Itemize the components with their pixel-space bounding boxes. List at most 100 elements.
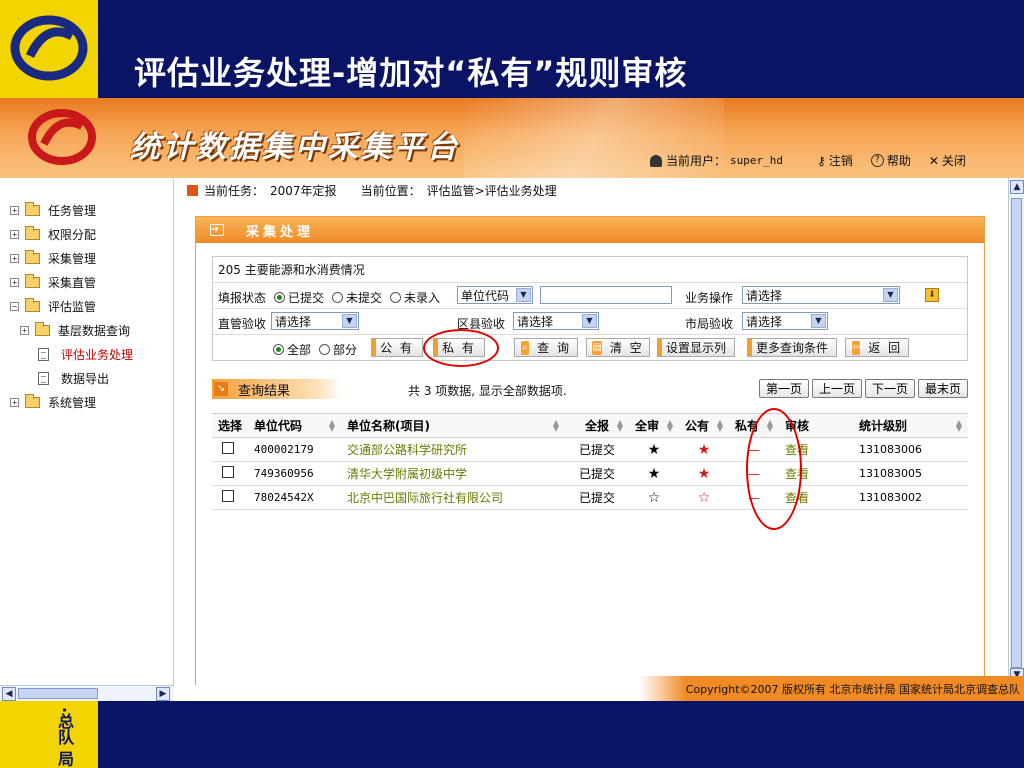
sidebar-item-base-query[interactable]: + 基层数据查询 [0, 318, 173, 342]
sidebar-hscrollbar[interactable]: ◀ ▶ [0, 685, 174, 701]
arrow-icon [187, 185, 198, 196]
unit-name-link[interactable]: 交通部公路科学研究所 [341, 437, 565, 462]
col-stat-level[interactable]: 统计级别 ▲ ▼ [847, 413, 968, 438]
sidebar-item-eval-supervise[interactable]: − 评估监管 [0, 294, 173, 318]
app-title: 统计数据集中采集平台 [130, 130, 460, 165]
sidebar-item-permission[interactable]: + 权限分配 [0, 222, 173, 246]
unit-code-select[interactable]: 单位代码 ▼ [457, 286, 533, 304]
copyright-bar: Copyright©2007 版权所有 北京市统计局 国家统计局北京调查总队 [640, 676, 1024, 701]
col-unit-code[interactable]: 单位代码 ▲ ▼ [248, 413, 341, 438]
radio-submitted[interactable] [274, 292, 286, 303]
query-button[interactable]: ⌕ 查 询 [514, 338, 578, 357]
expand-icon[interactable]: + [10, 253, 19, 263]
chevron-down-icon: ▼ [516, 288, 531, 302]
star-filled-red-icon: ★ [697, 465, 711, 482]
direct-check-select[interactable]: 请选择 ▼ [271, 312, 359, 330]
search-icon: ⌕ [521, 340, 530, 355]
clear-button[interactable]: ▤ 清 空 [586, 338, 650, 357]
row-checkbox[interactable] [222, 466, 234, 478]
first-page-button[interactable]: 第一页 [758, 379, 809, 398]
col-full-report[interactable]: 全报 ▲ ▼ [565, 413, 629, 438]
sort-icon: ▲ ▼ [955, 418, 962, 433]
folder-icon [25, 225, 40, 240]
set-columns-button[interactable]: 设置显示列 [657, 338, 735, 357]
logout-link[interactable]: ⚷ 注销 [817, 152, 853, 169]
expand-icon[interactable]: + [10, 205, 19, 215]
annotation-oval-private-column [746, 408, 802, 530]
app-logo-icon [28, 109, 96, 165]
current-user-name: super_hd [730, 154, 783, 167]
chevron-down-icon: ▼ [342, 314, 357, 328]
sidebar-item-task-mgmt[interactable]: + 任务管理 [0, 198, 173, 222]
city-check-select[interactable]: 请选择 ▼ [742, 312, 828, 330]
unit-name-link[interactable]: 北京中巴国际旅行社有限公司 [341, 485, 565, 510]
results-header: ↘ 查询结果 共 3 项数据, 显示全部数据项. 第一页 上一页 下一页 最末页 [212, 377, 968, 401]
expand-icon[interactable]: + [10, 397, 19, 407]
collect-panel: ➔ 采集处理 205 主要能源和水消费情况 填报状态 已提交 未提交 未录入 单… [195, 216, 985, 685]
down-arrow-icon[interactable]: ⬇ [925, 288, 939, 302]
user-bar: 当前用户： super_hd ⚷ 注销 ? 帮助 ✕ 关闭 [650, 152, 980, 169]
table-row: 749360956 清华大学附属初级中学 已提交 ★ ★ — 查看 131083… [212, 461, 968, 486]
unit-code-input[interactable] [540, 286, 672, 304]
radio-not-submitted[interactable] [332, 292, 344, 303]
folder-open-icon [25, 297, 40, 312]
scroll-right-icon[interactable]: ▶ [156, 687, 170, 701]
current-user-label: 当前用户： [666, 154, 727, 168]
row-checkbox[interactable] [222, 490, 234, 502]
trash-icon: ▤ [592, 340, 602, 355]
sidebar-item-collect-mgmt[interactable]: + 采集管理 [0, 246, 173, 270]
scroll-thumb[interactable] [18, 688, 98, 699]
star-filled-icon: ★ [647, 441, 661, 458]
slide-logo [0, 0, 98, 98]
slide-logo-icon [10, 15, 88, 81]
help-icon: ? [870, 154, 884, 167]
scroll-up-icon[interactable]: ▲ [1010, 180, 1024, 194]
sidebar-item-data-export[interactable]: 数据导出 [0, 366, 173, 390]
radio-not-entered[interactable] [390, 292, 402, 303]
col-public[interactable]: 公有 ▲ ▼ [679, 413, 729, 438]
col-full-audit[interactable]: 全审 ▲ ▼ [629, 413, 679, 438]
scroll-thumb[interactable] [1011, 198, 1022, 668]
sort-icon: ▲ ▼ [666, 418, 673, 433]
next-page-button[interactable]: 下一页 [864, 379, 915, 398]
annotation-oval-private-button [423, 329, 499, 367]
sort-icon: ▲ ▼ [716, 418, 723, 433]
prev-page-button[interactable]: 上一页 [811, 379, 862, 398]
folder-icon [25, 201, 40, 216]
col-unit-name[interactable]: 单位名称(项目) ▲ ▼ [341, 413, 565, 438]
table-header-row: 选择 单位代码 ▲ ▼ 单位名称(项目) ▲ ▼ 全报 ▲ ▼ 全审 ▲ ▼ 公有 ▲ ▼ 私有 ▲ ▼… [212, 413, 968, 438]
folder-icon [25, 273, 40, 288]
scroll-left-icon[interactable]: ◀ [2, 687, 16, 701]
business-op-select[interactable]: 请选择 ▼ [742, 286, 900, 304]
report-name: 205 主要能源和水消费情况 [218, 263, 365, 277]
expand-icon[interactable]: + [10, 277, 19, 287]
sidebar-item-system-mgmt[interactable]: + 系统管理 [0, 390, 173, 414]
expand-icon[interactable]: + [10, 229, 19, 239]
radio-scope-part[interactable] [319, 344, 331, 355]
row-checkbox[interactable] [222, 442, 234, 454]
panel-header: ➔ 采集处理 [196, 217, 984, 243]
help-link[interactable]: ? 帮助 [870, 152, 911, 169]
sidebar-item-collect-direct[interactable]: + 采集直管 [0, 270, 173, 294]
district-check-select[interactable]: 请选择 ▼ [513, 312, 599, 330]
sort-icon: ▲ ▼ [328, 418, 335, 433]
close-icon: ✕ [928, 153, 939, 168]
main-content: 当前任务： 2007年定报 当前位置： 评估监管>评估业务处理 ➔ 采集处理 2… [175, 178, 1008, 685]
slide-title: 评估业务处理-增加对“私有”规则审核 [134, 54, 688, 92]
close-link[interactable]: ✕ 关闭 [929, 152, 966, 169]
chevron-down-icon: ▼ [582, 314, 597, 328]
last-page-button[interactable]: 最末页 [917, 379, 968, 398]
expand-icon[interactable]: + [20, 325, 29, 335]
radio-scope-all[interactable] [273, 344, 284, 355]
unit-name-link[interactable]: 清华大学附属初级中学 [341, 461, 565, 486]
star-filled-icon: ★ [647, 465, 661, 482]
sidebar-item-eval-business[interactable]: 评估业务处理 [0, 342, 173, 366]
collapse-icon[interactable]: − [10, 301, 19, 311]
results-table: 选择 单位代码 ▲ ▼ 单位名称(项目) ▲ ▼ 全报 ▲ ▼ 全审 ▲ ▼ 公有 ▲ ▼ 私有 ▲ ▼… [212, 413, 968, 510]
public-button[interactable]: 公 有 [371, 338, 423, 357]
app-window: 统计数据集中采集平台 当前用户： super_hd ⚷ 注销 ? 帮助 ✕ 关闭… [0, 98, 1024, 701]
back-button[interactable]: ⇦ 返 回 [845, 338, 909, 357]
arrow-right-icon: ➔ [210, 224, 224, 236]
more-conditions-button[interactable]: 更多查询条件 [747, 338, 837, 357]
main-vscrollbar[interactable]: ▲ ▼ [1008, 178, 1024, 685]
